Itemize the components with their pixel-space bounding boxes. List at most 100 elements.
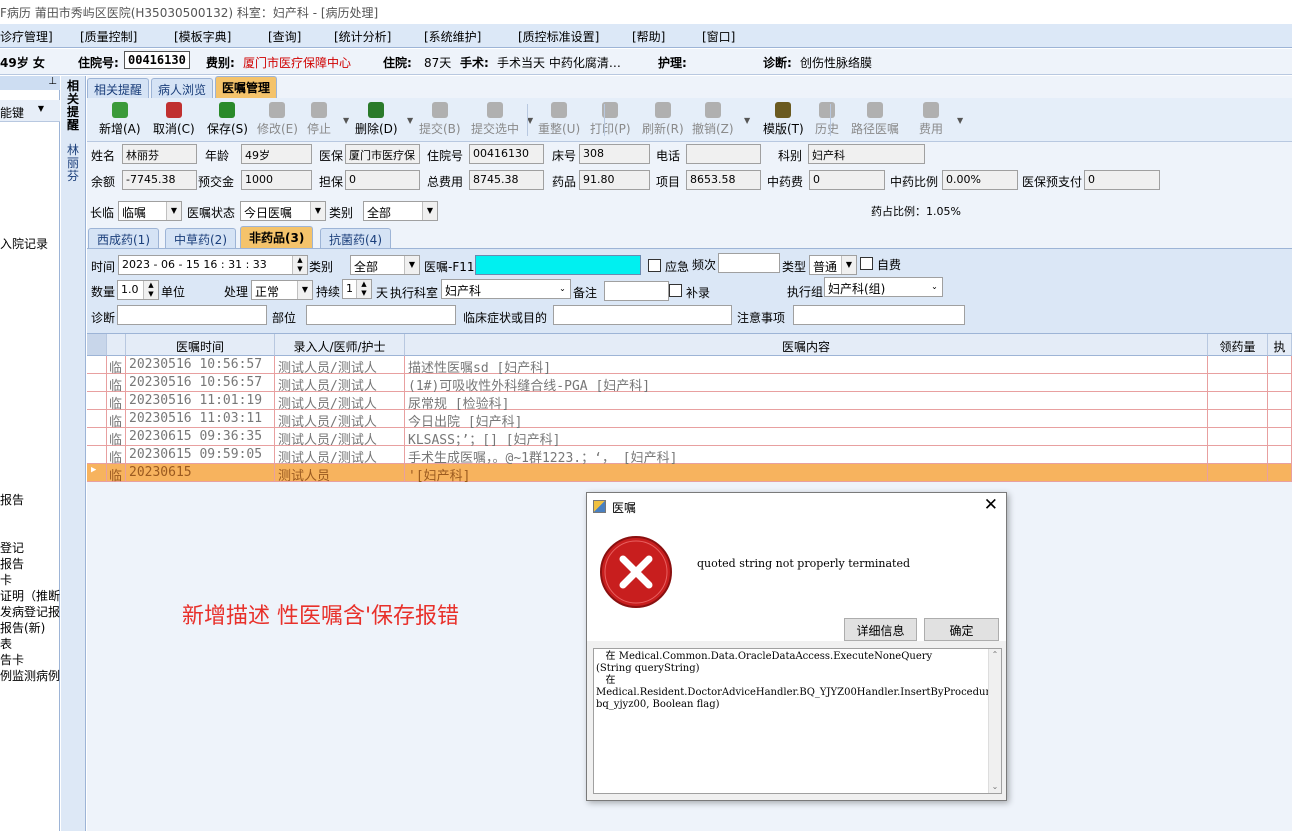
pin-icon[interactable]: ⊥ <box>48 76 57 87</box>
menu-system[interactable]: [系统维护] <box>424 28 481 45</box>
pathway-button[interactable]: 路径医嘱 <box>851 100 899 137</box>
menu-template[interactable]: [模板字典] <box>174 28 231 45</box>
refresh-button[interactable]: 刷新(R) <box>642 100 684 137</box>
grid-header-time[interactable]: 医嘱时间 <box>126 334 275 356</box>
exec-group-select[interactable]: 妇产科(组) ⌄ <box>824 277 943 297</box>
diagnosis-value: 创伤性脉络膜 <box>800 56 873 70</box>
tab-western-medicine[interactable]: 西成药(1) <box>88 228 159 248</box>
category-select[interactable]: 全部 ▼ <box>363 201 438 221</box>
selfpay-checkbox[interactable] <box>860 257 873 270</box>
delete-button[interactable]: 删除(D) <box>355 100 398 137</box>
chevron-down-icon[interactable]: ▼ <box>407 116 413 125</box>
longterm-select[interactable]: 临嘱 ▼ <box>118 201 182 221</box>
scroll-up-icon[interactable]: ⌃ <box>989 649 1001 661</box>
freq-input[interactable] <box>718 253 780 273</box>
table-row[interactable]: 临 20230516 11:01:19 测试人员/测试人 尿常规 [检验科] <box>87 392 1292 412</box>
function-key-dropdown[interactable]: 能键 ▼ <box>0 100 60 122</box>
left-link[interactable]: 报告 <box>0 555 60 572</box>
pathway-icon <box>867 102 883 118</box>
symptom-input[interactable] <box>553 305 732 325</box>
submit-selected-button[interactable]: 提交选中 <box>471 100 519 137</box>
left-link[interactable]: 发病登记报 <box>0 603 60 620</box>
diag-input[interactable] <box>117 305 267 325</box>
duration-stepper[interactable]: 1 ▲ ▼ <box>342 279 372 299</box>
chevron-down-icon: ▼ <box>310 202 325 220</box>
tab-patient-browse[interactable]: 病人浏览 <box>151 78 214 98</box>
details-scrollbar[interactable]: ⌃ ⌄ <box>988 649 1001 793</box>
form-category-select[interactable]: 全部 ▼ <box>350 255 420 275</box>
supplement-checkbox[interactable] <box>669 284 682 297</box>
notes-input[interactable] <box>793 305 965 325</box>
tab-order-management[interactable]: 医嘱管理 <box>215 76 278 98</box>
edit-icon <box>269 102 286 118</box>
left-link[interactable]: 卡 <box>0 571 60 588</box>
left-link[interactable]: 证明（推断 <box>0 587 60 604</box>
menu-qc-standard[interactable]: [质控标准设置] <box>518 28 599 45</box>
menu-window[interactable]: [窗口] <box>702 28 735 45</box>
rearrange-button[interactable]: 重整(U) <box>538 100 580 137</box>
left-link[interactable]: 表 <box>0 635 60 652</box>
stop-button[interactable]: 停止 <box>307 100 331 137</box>
table-row[interactable]: 临 20230516 10:56:57 测试人员/测试人 (1#)可吸收性外科缝合线-… <box>87 374 1292 394</box>
ok-button[interactable]: 确定 <box>924 618 999 641</box>
table-row[interactable]: 临 20230516 10:56:57 测试人员/测试人 描述性医嘱sd [妇产科] <box>87 356 1292 376</box>
menu-clinical[interactable]: 诊疗管理] <box>0 28 53 45</box>
left-link-admission[interactable]: 入院记录 <box>0 235 60 252</box>
spin-icon[interactable]: ▲ ▼ <box>356 280 371 298</box>
submit-button[interactable]: 提交(B) <box>419 100 461 137</box>
fee-button[interactable]: 费用 <box>919 100 943 137</box>
menu-help[interactable]: [帮助] <box>632 28 665 45</box>
spin-icon[interactable]: ▲ ▼ <box>292 256 307 274</box>
details-button[interactable]: 详细信息 <box>844 618 917 641</box>
template-button[interactable]: 模版(T) <box>763 100 804 137</box>
vtab-related[interactable]: 相关提醒 <box>67 80 81 132</box>
type-select[interactable]: 普通 ▼ <box>809 255 857 275</box>
close-icon[interactable]: ✕ <box>984 495 998 515</box>
grid-header-content[interactable]: 医嘱内容 <box>405 334 1208 356</box>
history-button[interactable]: 历史 <box>815 100 839 137</box>
status-select[interactable]: 今日医嘱 ▼ <box>240 201 326 221</box>
left-link[interactable]: 报告 <box>0 491 60 508</box>
left-link[interactable]: 报告(新) <box>0 619 60 636</box>
qty-stepper[interactable]: 1.0 ▲ ▼ <box>117 280 159 300</box>
left-link[interactable]: 例监测病例 <box>0 667 60 684</box>
print-button[interactable]: 打印(P) <box>590 100 631 137</box>
grid-corner <box>87 334 107 356</box>
error-details-textbox[interactable]: 在 Medical.Common.Data.OracleDataAccess.E… <box>593 648 1002 794</box>
grid-header-exec[interactable]: 执 <box>1268 334 1292 356</box>
table-row[interactable]: 临 20230615 09:59:05 测试人员/测试人 手术生成医嘱，。@~1群12… <box>87 446 1292 466</box>
table-row[interactable]: 临 20230615 09:36:35 测试人员/测试人 KLSASS；’；[] [妇… <box>87 428 1292 448</box>
edit-button[interactable]: 修改(E) <box>257 100 298 137</box>
scroll-down-icon[interactable]: ⌄ <box>989 781 1001 793</box>
emergency-checkbox[interactable] <box>648 259 661 272</box>
time-picker[interactable]: 2023 - 06 - 15 16 : 31 : 33 ▲ ▼ <box>118 255 308 275</box>
handle-select[interactable]: 正常 ▼ <box>251 280 313 300</box>
tab-herbal-medicine[interactable]: 中草药(2) <box>165 228 236 248</box>
chevron-down-icon[interactable]: ▼ <box>343 116 349 125</box>
remark-input[interactable] <box>604 281 669 301</box>
tab-non-drug[interactable]: 非药品(3) <box>240 226 314 248</box>
part-input[interactable] <box>306 305 456 325</box>
menu-stats[interactable]: [统计分析] <box>334 28 391 45</box>
revoke-button[interactable]: 撤销(Z) <box>692 100 734 137</box>
tab-related[interactable]: 相关提醒 <box>87 78 150 98</box>
grid-header-dispense[interactable]: 领药量 <box>1208 334 1268 356</box>
tab-antibiotic[interactable]: 抗菌药(4) <box>320 228 391 248</box>
spin-icon[interactable]: ▲ ▼ <box>143 281 158 299</box>
chevron-down-icon[interactable]: ▼ <box>957 116 963 125</box>
exec-dept-select[interactable]: 妇产科 ⌄ <box>441 279 571 299</box>
grid-header-entered-by[interactable]: 录入人/医师/护士 <box>275 334 405 356</box>
table-row[interactable]: 临 20230516 11:03:11 测试人员/测试人 今日出院 [妇产科] <box>87 410 1292 430</box>
menu-quality[interactable]: [质量控制] <box>80 28 137 45</box>
table-row[interactable]: ▶ 临 20230615 测试人员 '[妇产科] <box>87 464 1292 484</box>
undo-button[interactable]: 取消(C) <box>153 100 195 137</box>
vtab-patient[interactable]: 林丽芬 <box>67 144 81 183</box>
left-link[interactable]: 登记 <box>0 539 60 556</box>
phone-label: 电话 <box>656 149 681 163</box>
chevron-down-icon[interactable]: ▼ <box>744 116 750 125</box>
add-button[interactable]: 新增(A) <box>99 100 141 137</box>
save-button[interactable]: 保存(S) <box>207 100 248 137</box>
menu-query[interactable]: [查询] <box>268 28 301 45</box>
order-input[interactable] <box>475 255 641 275</box>
left-link[interactable]: 告卡 <box>0 651 60 668</box>
